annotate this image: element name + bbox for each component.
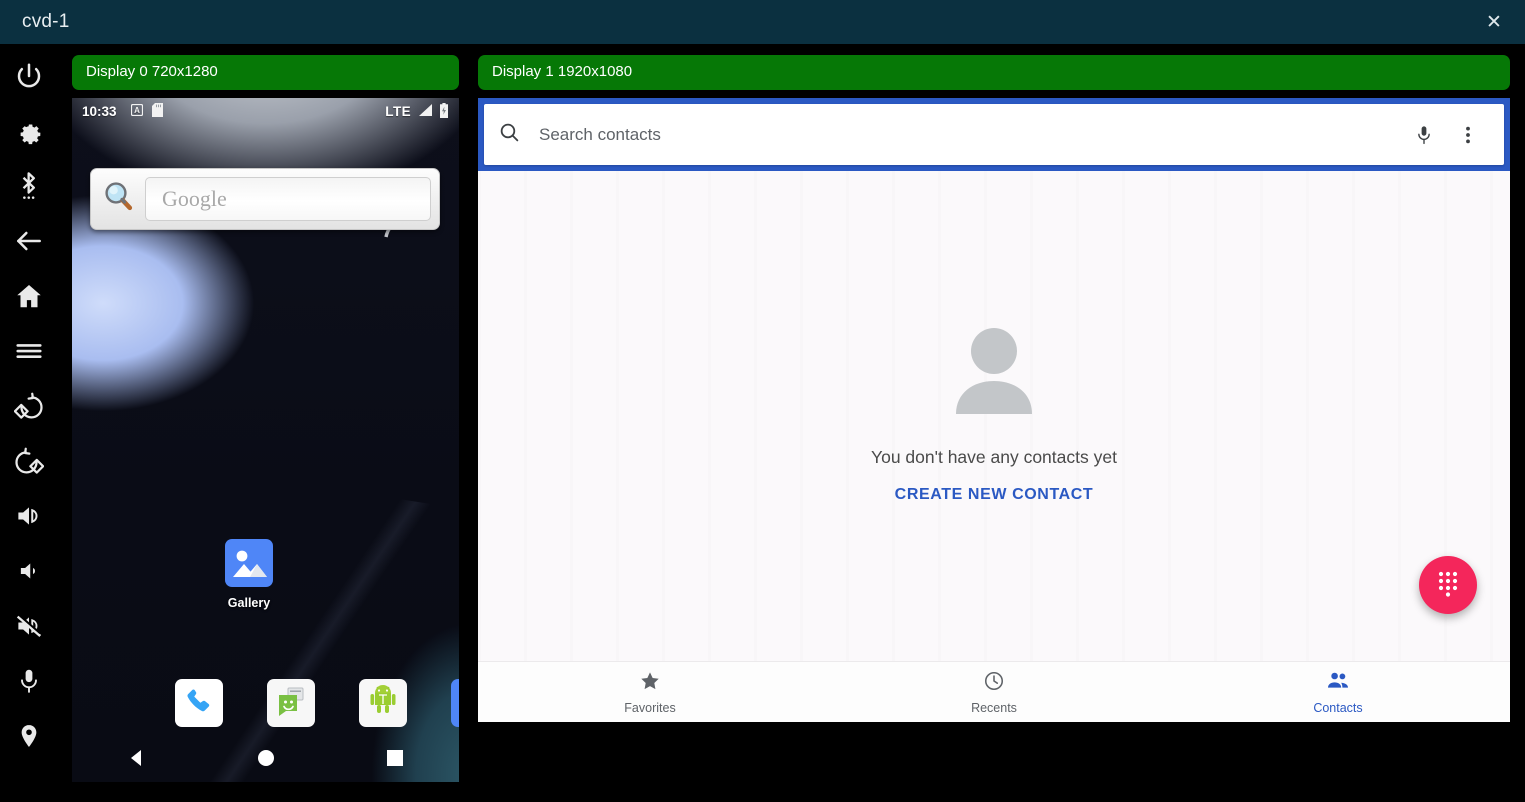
volume-up-icon[interactable]	[0, 488, 58, 543]
dialpad-icon	[1435, 569, 1461, 602]
dock-app-messaging[interactable]	[267, 679, 315, 727]
rotate-left-icon[interactable]	[0, 378, 58, 433]
google-search-widget[interactable]: Google	[90, 168, 440, 230]
location-pin-icon[interactable]	[0, 708, 58, 763]
menu-icon[interactable]	[0, 323, 58, 378]
display-1-panel: Display 1 1920x1080 Search contacts	[478, 55, 1510, 722]
power-icon[interactable]	[0, 48, 58, 103]
magnifier-icon	[99, 177, 139, 222]
display-0-screen[interactable]: 10:33 A LTE	[72, 98, 459, 782]
more-vert-icon[interactable]	[1446, 124, 1490, 146]
empty-state-title: You don't have any contacts yet	[871, 447, 1117, 468]
rotate-right-icon[interactable]	[0, 433, 58, 488]
status-network-type: LTE	[385, 104, 411, 119]
dock-app-phone[interactable]	[175, 679, 223, 727]
alarm-a-icon: A	[131, 104, 143, 119]
contacts-empty-state: You don't have any contacts yet CREATE N…	[478, 171, 1510, 661]
signal-bars-icon	[417, 103, 433, 120]
bluetooth-icon[interactable]	[0, 158, 58, 213]
contacts-bottom-navigation: Favorites Recents Cont	[478, 661, 1510, 722]
people-icon	[1326, 670, 1350, 697]
close-icon[interactable]: ✕	[1463, 0, 1525, 44]
dialpad-fab-button[interactable]	[1419, 556, 1477, 614]
svg-text:A: A	[134, 106, 140, 115]
google-search-placeholder: Google	[162, 186, 227, 212]
status-time: 10:33	[82, 104, 117, 119]
bottom-nav-label: Recents	[971, 701, 1017, 715]
bottom-nav-contacts[interactable]: Contacts	[1166, 662, 1510, 722]
display-0-panel: Display 0 720x1280 10:33 A	[72, 55, 459, 782]
window-titlebar: cvd-1 ✕	[0, 0, 1525, 44]
microphone-icon[interactable]	[0, 653, 58, 708]
bottom-nav-favorites[interactable]: Favorites	[478, 662, 822, 722]
display-1-screen[interactable]: Search contacts	[478, 98, 1510, 722]
android-navigation-bar	[72, 734, 459, 782]
window-title: cvd-1	[22, 11, 69, 33]
sd-card-icon	[152, 103, 163, 120]
nav-back-icon[interactable]	[72, 747, 201, 769]
search-placeholder: Search contacts	[539, 125, 1402, 145]
clock-icon	[983, 670, 1005, 697]
bottom-nav-recents[interactable]: Recents	[822, 662, 1166, 722]
dock-app-camera[interactable]	[451, 679, 459, 727]
bottom-nav-label: Favorites	[624, 701, 675, 715]
android-robot-icon	[366, 684, 400, 723]
microphone-icon[interactable]	[1402, 124, 1446, 146]
contacts-search-bar-container: Search contacts	[478, 98, 1510, 171]
search-icon	[498, 121, 521, 149]
home-app-label: Gallery	[206, 596, 292, 610]
home-icon[interactable]	[0, 268, 58, 323]
android-status-bar: 10:33 A LTE	[72, 98, 459, 125]
person-placeholder-icon	[953, 328, 1035, 419]
display-1-header[interactable]: Display 1 1920x1080	[478, 55, 1510, 90]
phone-icon	[184, 686, 214, 721]
gallery-icon	[225, 539, 273, 587]
back-arrow-icon[interactable]	[0, 213, 58, 268]
home-app-gallery[interactable]: Gallery	[206, 539, 292, 610]
battery-charging-icon	[439, 103, 449, 121]
nav-home-icon[interactable]	[201, 748, 330, 768]
nav-recents-icon[interactable]	[330, 749, 459, 767]
volume-mute-icon[interactable]	[0, 598, 58, 653]
star-icon	[639, 670, 661, 697]
volume-down-icon[interactable]	[0, 543, 58, 598]
messaging-icon	[274, 684, 308, 723]
google-search-input[interactable]: Google	[145, 177, 431, 221]
create-new-contact-button[interactable]: CREATE NEW CONTACT	[895, 486, 1094, 504]
bottom-nav-label: Contacts	[1313, 701, 1362, 715]
device-control-sidebar	[0, 44, 58, 802]
dock-app-android[interactable]	[359, 679, 407, 727]
search-input[interactable]: Search contacts	[484, 104, 1504, 165]
display-0-header[interactable]: Display 0 720x1280	[72, 55, 459, 90]
gear-icon[interactable]	[0, 103, 58, 158]
